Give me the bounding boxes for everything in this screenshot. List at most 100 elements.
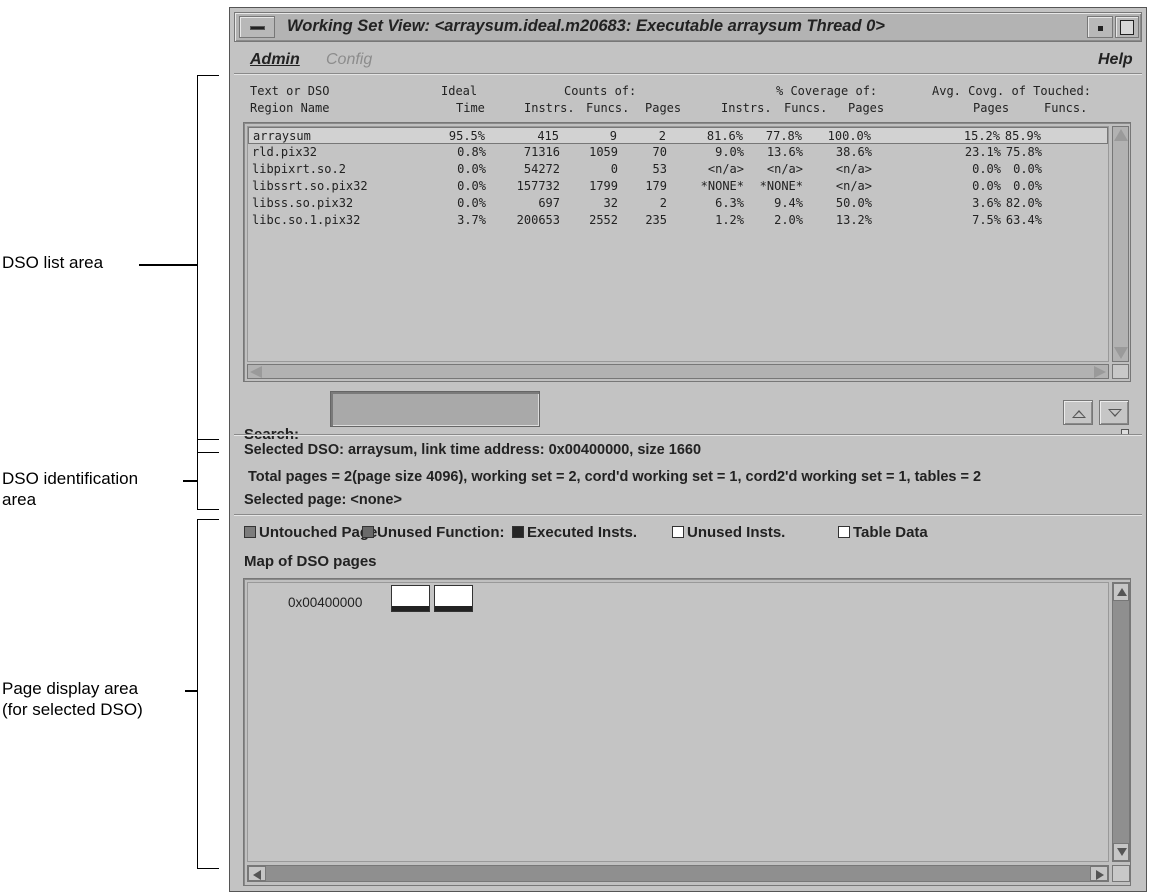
cell-cov-pages: 13.2% bbox=[835, 213, 872, 227]
cell-avg-pages: 3.6% bbox=[972, 196, 1001, 210]
executed-insts-bar bbox=[435, 606, 472, 611]
header-coverage-of: % Coverage of: bbox=[776, 84, 878, 98]
cell-cov-funcs: 77.8% bbox=[765, 129, 802, 143]
dso-list-row[interactable]: rld.pix32 0.8% 71316 1059 70 9.0% 13.6% 38.6% 23… bbox=[248, 144, 1108, 161]
cell-name: libssrt.so.pix32 bbox=[252, 179, 368, 193]
title-bar[interactable]: Working Set View: <arraysum.ideal.m20683… bbox=[234, 12, 1142, 42]
cell-cov-funcs: 2.0% bbox=[774, 213, 803, 227]
map-title: Map of DSO pages bbox=[244, 553, 377, 570]
scroll-left-icon[interactable] bbox=[248, 866, 266, 881]
legend-item: Unused Function: bbox=[362, 524, 505, 541]
cell-instrs: 71316 bbox=[523, 145, 560, 159]
cell-time: 0.0% bbox=[457, 196, 486, 210]
menu-config[interactable]: Config bbox=[326, 51, 372, 69]
legend-swatch-icon bbox=[362, 526, 374, 538]
header-time: Time bbox=[456, 101, 485, 115]
page-map-horizontal-scrollbar[interactable] bbox=[247, 865, 1109, 882]
cell-cov-instrs: 9.0% bbox=[715, 145, 744, 159]
window-menu-button[interactable] bbox=[239, 16, 275, 38]
cell-name: arraysum bbox=[253, 129, 311, 143]
chevron-down-icon bbox=[1108, 409, 1122, 417]
menu-help[interactable]: Help bbox=[1098, 51, 1133, 69]
legend-label: Unused Function: bbox=[377, 524, 505, 541]
cell-cov-instrs: *NONE* bbox=[700, 179, 744, 193]
cell-cov-pages: 50.0% bbox=[835, 196, 872, 210]
header-avg-funcs: Funcs. bbox=[1044, 101, 1088, 115]
header-instrs: Instrs. bbox=[524, 101, 575, 115]
cell-pages: 53 bbox=[652, 162, 667, 176]
cell-cov-instrs: <n/a> bbox=[707, 162, 744, 176]
cell-cov-funcs: 13.6% bbox=[766, 145, 803, 159]
dso-page-map: 0x00400000 bbox=[243, 578, 1131, 886]
cell-cov-funcs: <n/a> bbox=[766, 162, 803, 176]
legend-swatch-icon bbox=[512, 526, 524, 538]
cell-pages: 70 bbox=[652, 145, 667, 159]
cell-pages: 2 bbox=[658, 129, 666, 143]
dso-list-row[interactable]: libss.so.pix32 0.0% 697 32 2 6.3% 9.4% 50.0% 3.6… bbox=[248, 195, 1108, 212]
cell-instrs: 54272 bbox=[523, 162, 560, 176]
cell-funcs: 32 bbox=[603, 196, 618, 210]
legend-item: Table Data bbox=[838, 524, 928, 541]
dso-list-row[interactable]: libssrt.so.pix32 0.0% 157732 1799 179 *NONE* *… bbox=[248, 178, 1108, 195]
window-title: Working Set View: <arraysum.ideal.m20683… bbox=[287, 17, 885, 35]
cell-name: libc.so.1.pix32 bbox=[252, 213, 361, 227]
cell-time: 0.8% bbox=[457, 145, 486, 159]
cell-time: 3.7% bbox=[457, 213, 486, 227]
selected-page-text: Selected page: <none> bbox=[244, 492, 402, 508]
dso-list-row[interactable]: arraysum 95.5% 415 9 2 81.6% 77.8% 100.0% 15.2% 8… bbox=[248, 127, 1108, 144]
header-counts-of: Counts of: bbox=[564, 84, 637, 98]
scroll-right-icon[interactable] bbox=[1094, 366, 1106, 378]
annotation-page-display-line2: (for selected DSO) bbox=[2, 700, 143, 719]
minimize-button[interactable] bbox=[1087, 16, 1113, 38]
cell-time: 95.5% bbox=[448, 129, 485, 143]
search-input[interactable] bbox=[330, 391, 540, 427]
dso-list-row[interactable]: libc.so.1.pix32 3.7% 200653 2552 235 1.2% 2.0%… bbox=[248, 212, 1108, 229]
cell-time: 0.0% bbox=[457, 162, 486, 176]
header-cov-pages: Pages bbox=[848, 101, 885, 115]
scroll-up-icon[interactable] bbox=[1114, 129, 1128, 141]
cell-instrs: 697 bbox=[538, 196, 560, 210]
annotation-leader-line bbox=[139, 264, 197, 266]
dso-list-row[interactable]: libpixrt.so.2 0.0% 54272 0 53 <n/a> <n/a> <n/a>… bbox=[248, 161, 1108, 178]
scroll-down-icon[interactable] bbox=[1114, 347, 1128, 359]
cell-funcs: 1799 bbox=[589, 179, 618, 193]
header-funcs: Funcs. bbox=[586, 101, 630, 115]
scroll-right-icon[interactable] bbox=[1090, 866, 1108, 881]
cell-avg-funcs: 0.0% bbox=[1013, 179, 1042, 193]
dso-page-box[interactable] bbox=[434, 585, 473, 612]
scroll-down-icon[interactable] bbox=[1113, 843, 1129, 861]
legend-swatch-icon bbox=[244, 526, 256, 538]
scroll-left-icon[interactable] bbox=[250, 366, 262, 378]
working-set-view-window: Working Set View: <arraysum.ideal.m20683… bbox=[229, 7, 1147, 892]
search-previous-button[interactable] bbox=[1063, 400, 1093, 425]
dso-list-horizontal-scrollbar[interactable] bbox=[247, 364, 1109, 379]
cell-name: rld.pix32 bbox=[252, 145, 318, 159]
annotation-bracket-page-display bbox=[197, 519, 219, 869]
menu-admin[interactable]: Admin bbox=[250, 51, 300, 69]
annotation-dso-list: DSO list area bbox=[2, 253, 104, 272]
chevron-up-icon bbox=[1072, 410, 1086, 418]
cell-cov-instrs: 81.6% bbox=[706, 129, 743, 143]
annotation-dso-ident-line2: area bbox=[2, 490, 37, 509]
dso-list-vertical-scrollbar[interactable] bbox=[1112, 126, 1129, 362]
legend-swatch-icon bbox=[672, 526, 684, 538]
cell-cov-instrs: 1.2% bbox=[715, 213, 744, 227]
cell-time: 0.0% bbox=[457, 179, 486, 193]
dso-page-box[interactable] bbox=[391, 585, 430, 612]
legend-label: Executed Insts. bbox=[527, 524, 638, 541]
cell-avg-funcs: 82.0% bbox=[1005, 196, 1042, 210]
maximize-button[interactable] bbox=[1115, 16, 1139, 38]
scroll-up-icon[interactable] bbox=[1113, 583, 1129, 601]
header-cov-funcs: Funcs. bbox=[784, 101, 828, 115]
cell-instrs: 157732 bbox=[516, 179, 560, 193]
dso-list: arraysum 95.5% 415 9 2 81.6% 77.8% 100.0% 15.2% 8… bbox=[243, 122, 1131, 382]
header-cov-instrs: Instrs. bbox=[721, 101, 772, 115]
cell-avg-funcs: 75.8% bbox=[1005, 145, 1042, 159]
selected-dso-text: Selected DSO: arraysum, link time addres… bbox=[244, 442, 702, 458]
legend-item: Executed Insts. bbox=[512, 524, 637, 541]
page-map-vertical-scrollbar[interactable] bbox=[1112, 582, 1130, 862]
cell-avg-funcs: 63.4% bbox=[1005, 213, 1042, 227]
cell-avg-pages: 0.0% bbox=[972, 179, 1001, 193]
cell-avg-pages: 15.2% bbox=[963, 129, 1000, 143]
search-next-button[interactable] bbox=[1099, 400, 1129, 425]
